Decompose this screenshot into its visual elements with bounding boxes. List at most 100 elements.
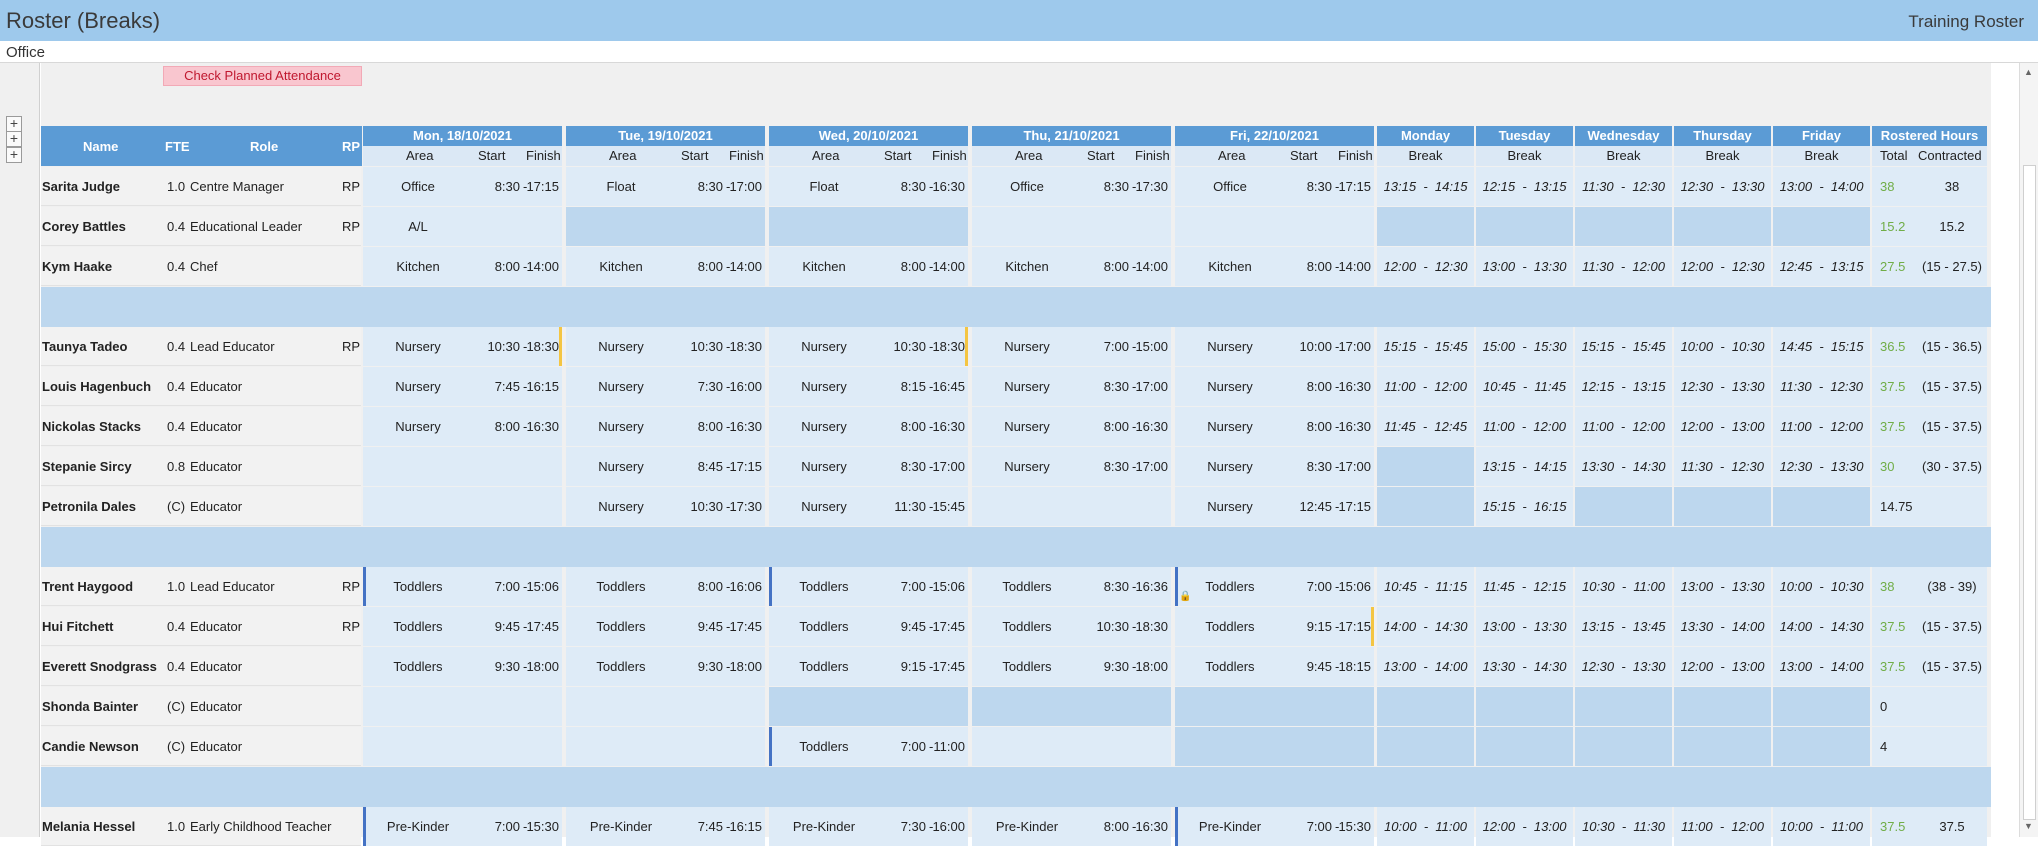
shift-cell[interactable]: Nursery 8:45-17:15	[566, 447, 765, 486]
shift-cell[interactable]: Nursery 8:00-16:30	[363, 407, 562, 446]
shift-cell[interactable]: Office 8:30-17:30	[972, 167, 1171, 206]
break-cell[interactable]: 15:15 - 16:15	[1476, 487, 1573, 526]
shift-cell[interactable]: Nursery 7:00-15:00	[972, 327, 1171, 366]
employee-row[interactable]: Hui Fitchett 0.4 Educator RP	[41, 607, 361, 646]
shift-cell[interactable]: Toddlers 7:00-15:06	[769, 567, 968, 606]
shift-cell[interactable]	[1175, 207, 1374, 246]
shift-cell[interactable]: Nursery 8:00-16:30	[972, 407, 1171, 446]
break-cell[interactable]	[1674, 687, 1771, 726]
break-cell[interactable]	[1377, 207, 1474, 246]
break-cell[interactable]: 13:00 - 14:00	[1377, 647, 1474, 686]
shift-cell[interactable]: Pre-Kinder 7:00-15:30	[1175, 807, 1374, 846]
break-cell[interactable]	[1773, 487, 1870, 526]
shift-cell[interactable]: Pre-Kinder 7:45-16:15	[566, 807, 765, 846]
employee-row[interactable]: Stepanie Sircy 0.8 Educator	[41, 447, 361, 486]
break-cell[interactable]	[1575, 487, 1672, 526]
shift-cell[interactable]	[363, 727, 562, 766]
employee-row[interactable]: Everett Snodgrass 0.4 Educator	[41, 647, 361, 686]
shift-cell[interactable]: Toddlers 9:30-18:00	[566, 647, 765, 686]
shift-cell[interactable]: Nursery 10:30-18:30	[566, 327, 765, 366]
shift-cell[interactable]: Kitchen 8:00-14:00	[972, 247, 1171, 286]
break-cell[interactable]	[1377, 487, 1474, 526]
break-cell[interactable]: 15:00 - 15:30	[1476, 327, 1573, 366]
shift-cell[interactable]: Pre-Kinder 7:30-16:00	[769, 807, 968, 846]
expand-icon[interactable]: +	[6, 147, 22, 163]
shift-cell[interactable]: Toddlers 9:15-17:45	[769, 647, 968, 686]
break-cell[interactable]: 13:00 - 13:30	[1674, 567, 1771, 606]
break-cell[interactable]: 12:30 - 13:30	[1674, 167, 1771, 206]
break-cell[interactable]	[1575, 207, 1672, 246]
shift-cell[interactable]: Pre-Kinder 7:00-15:30	[363, 807, 562, 846]
break-cell[interactable]: 13:30 - 14:30	[1575, 447, 1672, 486]
employee-row[interactable]: Petronila Dales (C) Educator	[41, 487, 361, 526]
shift-cell[interactable]: Nursery 11:30-15:45	[769, 487, 968, 526]
shift-cell[interactable]: Toddlers 9:45-17:45	[363, 607, 562, 646]
break-cell[interactable]: 10:00 - 10:30	[1674, 327, 1771, 366]
shift-cell[interactable]: Nursery 8:00-16:30	[1175, 367, 1374, 406]
break-cell[interactable]: 13:15 - 13:45	[1575, 607, 1672, 646]
break-cell[interactable]: 12:15 - 13:15	[1476, 167, 1573, 206]
employee-row[interactable]: Sarita Judge 1.0 Centre Manager RP	[41, 167, 361, 206]
break-cell[interactable]	[1377, 687, 1474, 726]
break-cell[interactable]: 12:30 - 13:30	[1575, 647, 1672, 686]
shift-cell[interactable]: Toddlers 8:30-16:36	[972, 567, 1171, 606]
break-cell[interactable]: 10:45 - 11:15	[1377, 567, 1474, 606]
employee-row[interactable]: Kym Haake 0.4 Chef	[41, 247, 361, 286]
break-cell[interactable]: 12:00 - 12:30	[1377, 247, 1474, 286]
shift-cell[interactable]: Nursery 12:45-17:15	[1175, 487, 1374, 526]
break-cell[interactable]: 12:15 - 13:15	[1575, 367, 1672, 406]
break-cell[interactable]: 12:30 - 13:30	[1773, 447, 1870, 486]
shift-cell[interactable]: Toddlers 7:00-11:00	[769, 727, 968, 766]
break-cell[interactable]	[1773, 207, 1870, 246]
employee-row[interactable]: Trent Haygood 1.0 Lead Educator RP	[41, 567, 361, 606]
break-cell[interactable]: 11:45 - 12:15	[1476, 567, 1573, 606]
break-cell[interactable]: 11:30 - 12:00	[1575, 247, 1672, 286]
break-cell[interactable]: 11:30 - 12:30	[1773, 367, 1870, 406]
shift-cell[interactable]: Nursery 8:00-16:30	[769, 407, 968, 446]
shift-cell[interactable]	[363, 687, 562, 726]
break-cell[interactable]: 10:00 - 10:30	[1773, 567, 1870, 606]
break-cell[interactable]: 13:00 - 13:30	[1476, 607, 1573, 646]
shift-cell[interactable]: Toddlers 9:30-18:00	[972, 647, 1171, 686]
shift-cell[interactable]	[1175, 727, 1374, 766]
shift-cell[interactable]: Toddlers 9:30-18:00	[363, 647, 562, 686]
scroll-up-icon[interactable]: ▲	[2024, 67, 2033, 77]
break-cell[interactable]: 14:00 - 14:30	[1773, 607, 1870, 646]
employee-row[interactable]: Corey Battles 0.4 Educational Leader RP	[41, 207, 361, 246]
shift-cell[interactable]: Nursery 8:00-16:30	[566, 407, 765, 446]
scrollbar-thumb[interactable]	[2023, 165, 2036, 820]
shift-cell[interactable]	[972, 207, 1171, 246]
break-cell[interactable]	[1476, 687, 1573, 726]
employee-row[interactable]: Candie Newson (C) Educator	[41, 727, 361, 766]
shift-cell[interactable]: Toddlers 9:45-18:15	[1175, 647, 1374, 686]
shift-cell[interactable]: Float 8:30-17:00	[566, 167, 765, 206]
scroll-down-icon[interactable]: ▼	[2024, 821, 2033, 831]
shift-cell[interactable]: Toddlers 9:45-17:45	[769, 607, 968, 646]
break-cell[interactable]: 13:15 - 14:15	[1377, 167, 1474, 206]
break-cell[interactable]: 14:45 - 15:15	[1773, 327, 1870, 366]
break-cell[interactable]	[1674, 207, 1771, 246]
shift-cell[interactable]	[566, 207, 765, 246]
expand-icon[interactable]: +	[6, 131, 22, 147]
shift-cell[interactable]: Nursery 7:45-16:15	[363, 367, 562, 406]
employee-row[interactable]: Louis Hagenbuch 0.4 Educator	[41, 367, 361, 406]
break-cell[interactable]	[1575, 727, 1672, 766]
shift-cell[interactable]	[566, 727, 765, 766]
break-cell[interactable]: 10:00 - 11:00	[1377, 807, 1474, 846]
break-cell[interactable]	[1674, 727, 1771, 766]
shift-cell[interactable]: Nursery 10:30-18:30	[769, 327, 968, 366]
shift-cell[interactable]: Nursery 7:30-16:00	[566, 367, 765, 406]
shift-cell[interactable]: Toddlers 10:30-18:30	[972, 607, 1171, 646]
break-cell[interactable]: 13:15 - 14:15	[1476, 447, 1573, 486]
shift-cell[interactable]: Toddlers 7:00-15:06 🔒	[1175, 567, 1374, 606]
break-cell[interactable]	[1773, 727, 1870, 766]
break-cell[interactable]: 13:00 - 14:00	[1773, 167, 1870, 206]
shift-cell[interactable]: Nursery 10:30-18:30	[363, 327, 562, 366]
shift-cell[interactable]: Kitchen 8:00-14:00	[1175, 247, 1374, 286]
break-cell[interactable]: 11:00 - 12:00	[1476, 407, 1573, 446]
shift-cell[interactable]: A/L	[363, 207, 562, 246]
check-planned-attendance-button[interactable]: Check Planned Attendance	[163, 66, 362, 86]
break-cell[interactable]: 11:00 - 12:00	[1377, 367, 1474, 406]
break-cell[interactable]: 11:00 - 12:00	[1674, 807, 1771, 846]
shift-cell[interactable]	[769, 207, 968, 246]
